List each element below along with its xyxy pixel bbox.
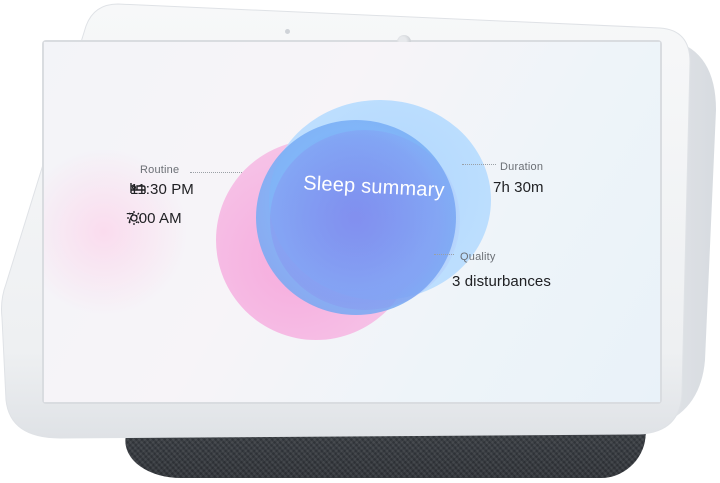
quality-leader-line [434, 254, 454, 255]
quality-label: Quality [460, 251, 496, 263]
wake-time-row[interactable]: 7:00 AM [126, 210, 182, 227]
duration-value[interactable]: 7h 30m [493, 179, 544, 196]
quality-value[interactable]: 3 disturbances [452, 273, 551, 290]
smart-display-product-image: Sleep summary Routine 11:30 PM 7:00 AM D… [0, 0, 720, 483]
bedtime-row[interactable]: 11:30 PM [130, 181, 194, 198]
sun-icon [127, 211, 141, 225]
display-device: Sleep summary Routine 11:30 PM 7:00 AM D… [0, 0, 720, 450]
duration-leader-line [462, 164, 496, 165]
routine-leader-line [190, 172, 242, 173]
bed-icon [130, 183, 146, 193]
display-screen: Sleep summary Routine 11:30 PM 7:00 AM D… [44, 42, 660, 402]
duration-label: Duration [500, 161, 544, 173]
sleep-blob-violet [270, 130, 460, 310]
routine-label: Routine [140, 164, 180, 176]
ambient-sensor [285, 29, 290, 34]
